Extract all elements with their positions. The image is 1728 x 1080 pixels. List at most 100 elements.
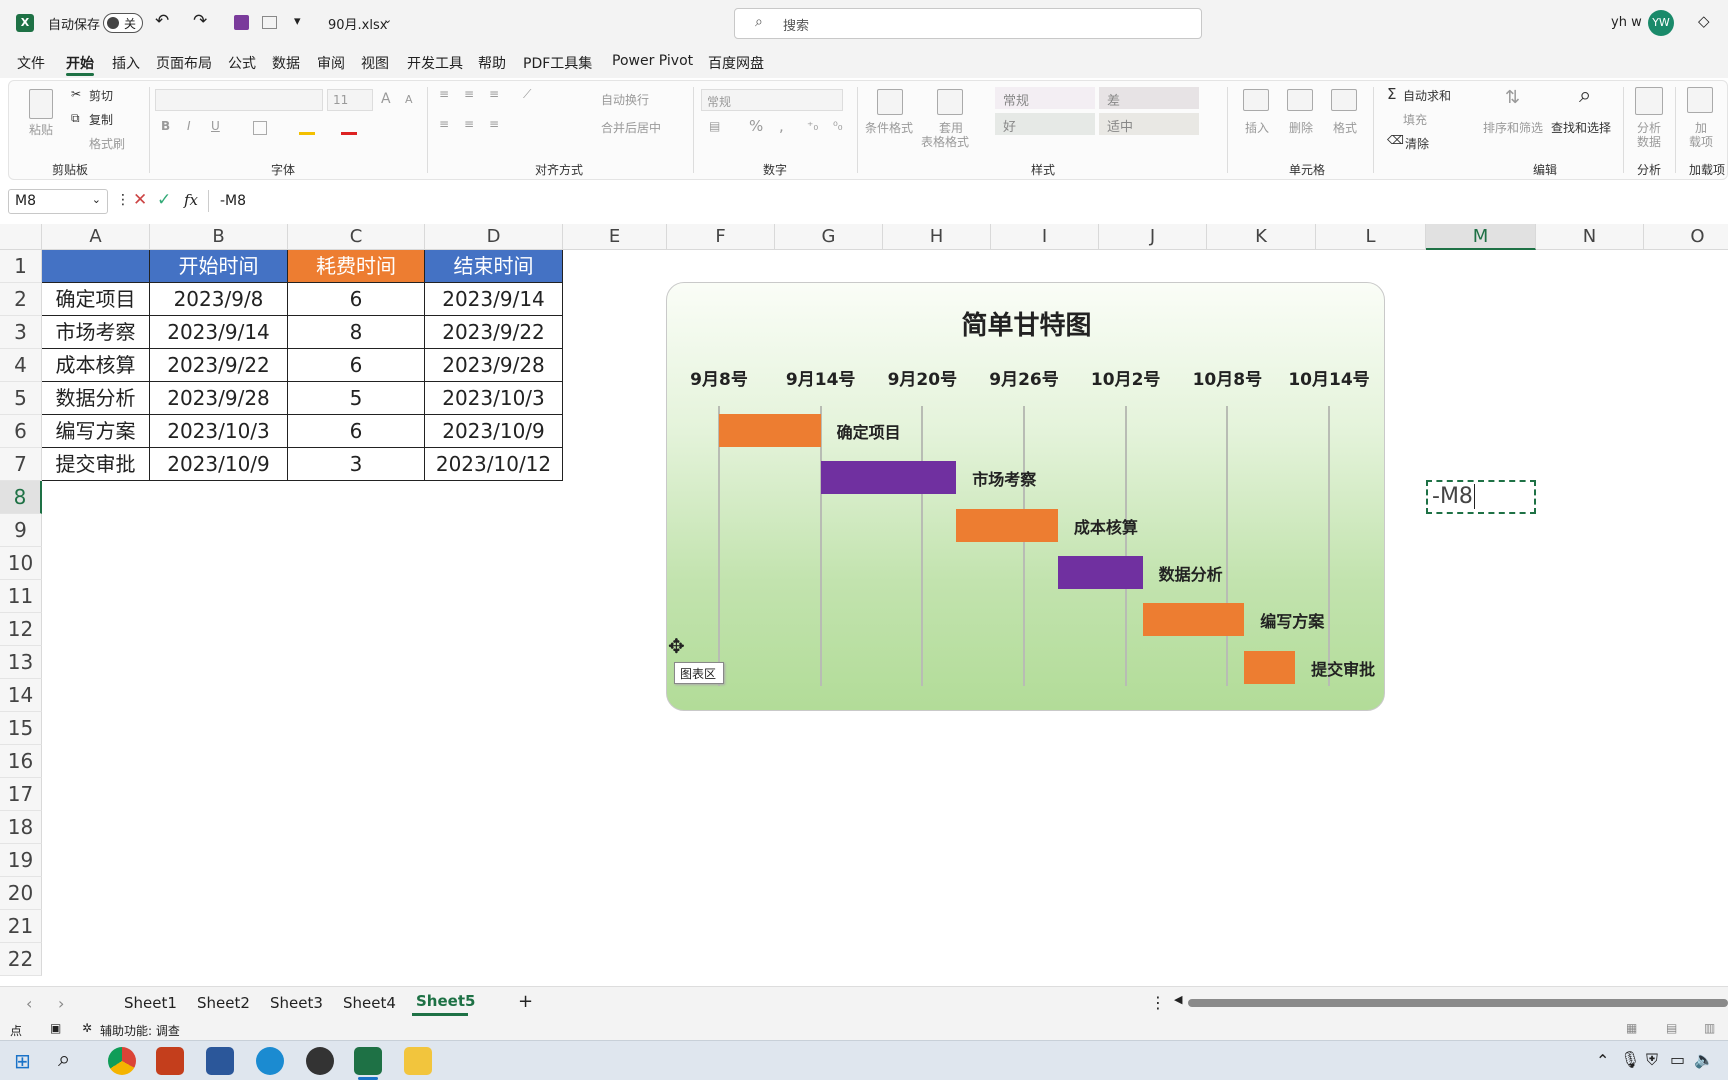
- tab-page-layout[interactable]: 页面布局: [156, 53, 212, 73]
- row-header-17[interactable]: 17: [0, 778, 42, 811]
- borders-icon[interactable]: [253, 121, 267, 135]
- delete-cells-icon[interactable]: [1287, 89, 1313, 111]
- table-cell[interactable]: 2023/10/3: [425, 382, 563, 415]
- scroll-left-icon[interactable]: ◀: [1174, 993, 1182, 1006]
- name-box[interactable]: M8 ⌄: [8, 189, 108, 214]
- table-cell[interactable]: 2023/9/22: [425, 316, 563, 349]
- tab-data[interactable]: 数据: [272, 53, 300, 73]
- diamond-icon[interactable]: ◇: [1698, 12, 1710, 30]
- left-align-icon[interactable]: ≡: [439, 117, 449, 131]
- row-header-11[interactable]: 11: [0, 580, 42, 613]
- table-format-button-line2[interactable]: 表格格式: [921, 133, 969, 150]
- row-header-16[interactable]: 16: [0, 745, 42, 778]
- formula-input[interactable]: -M8: [220, 193, 246, 209]
- table-cell[interactable]: 2023/10/12: [425, 448, 563, 481]
- column-header-c[interactable]: C: [288, 224, 425, 250]
- excel-icon[interactable]: [354, 1047, 382, 1075]
- customize-qat-icon[interactable]: ▾: [294, 14, 301, 29]
- gantt-bar[interactable]: [956, 508, 1058, 542]
- search-icon[interactable]: ⌕: [58, 1047, 70, 1072]
- row-header-7[interactable]: 7: [0, 448, 42, 481]
- column-header-g[interactable]: G: [775, 224, 883, 250]
- tab-home[interactable]: 开始: [66, 53, 94, 73]
- table-cell[interactable]: 2023/10/9: [425, 415, 563, 448]
- table-header-cell[interactable]: 结束时间: [425, 250, 563, 283]
- tab-pdf-tools[interactable]: PDF工具集: [523, 53, 592, 73]
- row-header-1[interactable]: 1: [0, 250, 42, 283]
- sort-filter-icon[interactable]: ⇅: [1505, 87, 1520, 108]
- eraser-icon[interactable]: ⌫: [1387, 133, 1404, 147]
- column-header-e[interactable]: E: [563, 224, 667, 250]
- insert-function-icon[interactable]: fx: [184, 191, 198, 209]
- clear-button[interactable]: 清除: [1405, 135, 1429, 152]
- row-header-5[interactable]: 5: [0, 382, 42, 415]
- row-header-8[interactable]: 8: [0, 481, 42, 514]
- orientation-icon[interactable]: ⟋: [523, 87, 531, 102]
- page-break-view-icon[interactable]: ▥: [1704, 1021, 1715, 1035]
- style-neutral[interactable]: 适中: [1099, 113, 1199, 135]
- gantt-bar[interactable]: [1244, 650, 1296, 684]
- table-cell[interactable]: 3: [288, 448, 425, 481]
- tab-power-pivot[interactable]: Power Pivot: [612, 53, 693, 69]
- accessibility-status[interactable]: 辅助功能: 调查: [100, 1022, 180, 1039]
- table-cell[interactable]: 2023/10/9: [150, 448, 288, 481]
- right-align-icon[interactable]: ≡: [489, 117, 499, 131]
- more-icon[interactable]: ⋮: [116, 192, 130, 208]
- undo-icon[interactable]: ↶: [155, 11, 169, 31]
- currency-icon[interactable]: ▤: [709, 119, 720, 133]
- row-header-6[interactable]: 6: [0, 415, 42, 448]
- column-header-a[interactable]: A: [42, 224, 150, 250]
- font-size-select[interactable]: 11: [327, 89, 373, 111]
- sigma-icon[interactable]: Σ: [1387, 85, 1396, 103]
- tab-developer[interactable]: 开发工具: [407, 53, 463, 73]
- paste-button[interactable]: 粘贴: [29, 121, 53, 138]
- column-header-l[interactable]: L: [1316, 224, 1426, 250]
- sort-filter-button[interactable]: 排序和筛选: [1483, 119, 1543, 136]
- macro-icon[interactable]: ▣: [50, 1021, 61, 1035]
- tab-insert[interactable]: 插入: [112, 53, 140, 73]
- decrease-font-icon[interactable]: A: [405, 93, 413, 106]
- page-layout-view-icon[interactable]: ▤: [1666, 1021, 1677, 1035]
- chevron-up-icon[interactable]: ⌃: [1596, 1051, 1609, 1070]
- gantt-bar[interactable]: [1142, 603, 1245, 637]
- gantt-chart[interactable]: 简单甘特图 9月8号 9月14号 9月20号 9月26号 10月2号 10月8号 10月14…: [666, 282, 1385, 711]
- accessibility-icon[interactable]: ✲: [82, 1021, 92, 1035]
- table-cell[interactable]: 5: [288, 382, 425, 415]
- row-header-20[interactable]: 20: [0, 877, 42, 910]
- style-bad[interactable]: 差: [1099, 87, 1199, 109]
- table-cell[interactable]: 2023/9/8: [150, 283, 288, 316]
- style-good[interactable]: 好: [995, 113, 1095, 135]
- table-cell[interactable]: 确定项目: [42, 283, 150, 316]
- sheet-tab[interactable]: Sheet3: [270, 994, 323, 1012]
- format-cells-icon[interactable]: [1331, 89, 1357, 111]
- gantt-bar-label[interactable]: 市场考察: [972, 466, 1036, 490]
- gantt-bar-label[interactable]: 确定项目: [837, 419, 901, 443]
- copy-icon[interactable]: ⧉: [71, 111, 80, 126]
- cancel-icon[interactable]: ✕: [133, 190, 147, 210]
- more-icon[interactable]: ⋮: [1150, 993, 1166, 1012]
- table-cell[interactable]: 6: [288, 349, 425, 382]
- autosum-button[interactable]: 自动求和: [1403, 87, 1451, 104]
- select-all-corner[interactable]: [0, 224, 42, 250]
- merge-center-button[interactable]: 合并后居中: [601, 119, 661, 136]
- row-header-4[interactable]: 4: [0, 349, 42, 382]
- copy-button[interactable]: 复制: [89, 111, 113, 128]
- volume-icon[interactable]: 🔈: [1694, 1050, 1714, 1069]
- conditional-format-icon[interactable]: [877, 89, 903, 115]
- font-color-icon[interactable]: [341, 121, 357, 135]
- table-format-icon[interactable]: [937, 89, 963, 115]
- table-header-cell[interactable]: 耗费时间: [288, 250, 425, 283]
- center-align-icon[interactable]: ≡: [464, 117, 474, 131]
- analyze-data-button-line2[interactable]: 数据: [1637, 133, 1661, 150]
- table-cell[interactable]: 成本核算: [42, 349, 150, 382]
- network-icon[interactable]: ▭: [1670, 1050, 1685, 1069]
- column-header-b[interactable]: B: [150, 224, 288, 250]
- chrome-icon[interactable]: [108, 1047, 136, 1075]
- tab-baidu-netdisk[interactable]: 百度网盘: [708, 53, 764, 73]
- sheet-tab-active[interactable]: Sheet5: [416, 992, 475, 1010]
- table-cell[interactable]: 2023/9/14: [425, 283, 563, 316]
- column-header-d[interactable]: D: [425, 224, 563, 250]
- table-cell[interactable]: 提交审批: [42, 448, 150, 481]
- avatar[interactable]: YW: [1648, 10, 1674, 36]
- search-box[interactable]: ⌕ 搜索: [734, 8, 1202, 39]
